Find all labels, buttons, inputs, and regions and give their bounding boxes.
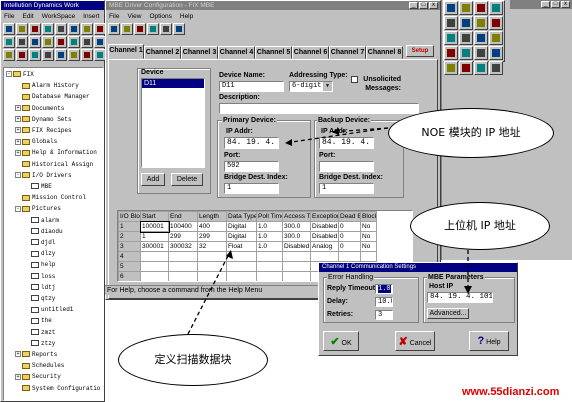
noe-arrowhead-1 [285,139,292,146]
noe-arrowhead-2 [332,128,339,135]
noe-arrow-line-2 [331,127,389,133]
scan-arrow-line [187,251,231,335]
watermark: www.55dianzi.com [462,386,560,398]
host-arrowhead [464,286,472,294]
callout-arrows [187,127,472,335]
